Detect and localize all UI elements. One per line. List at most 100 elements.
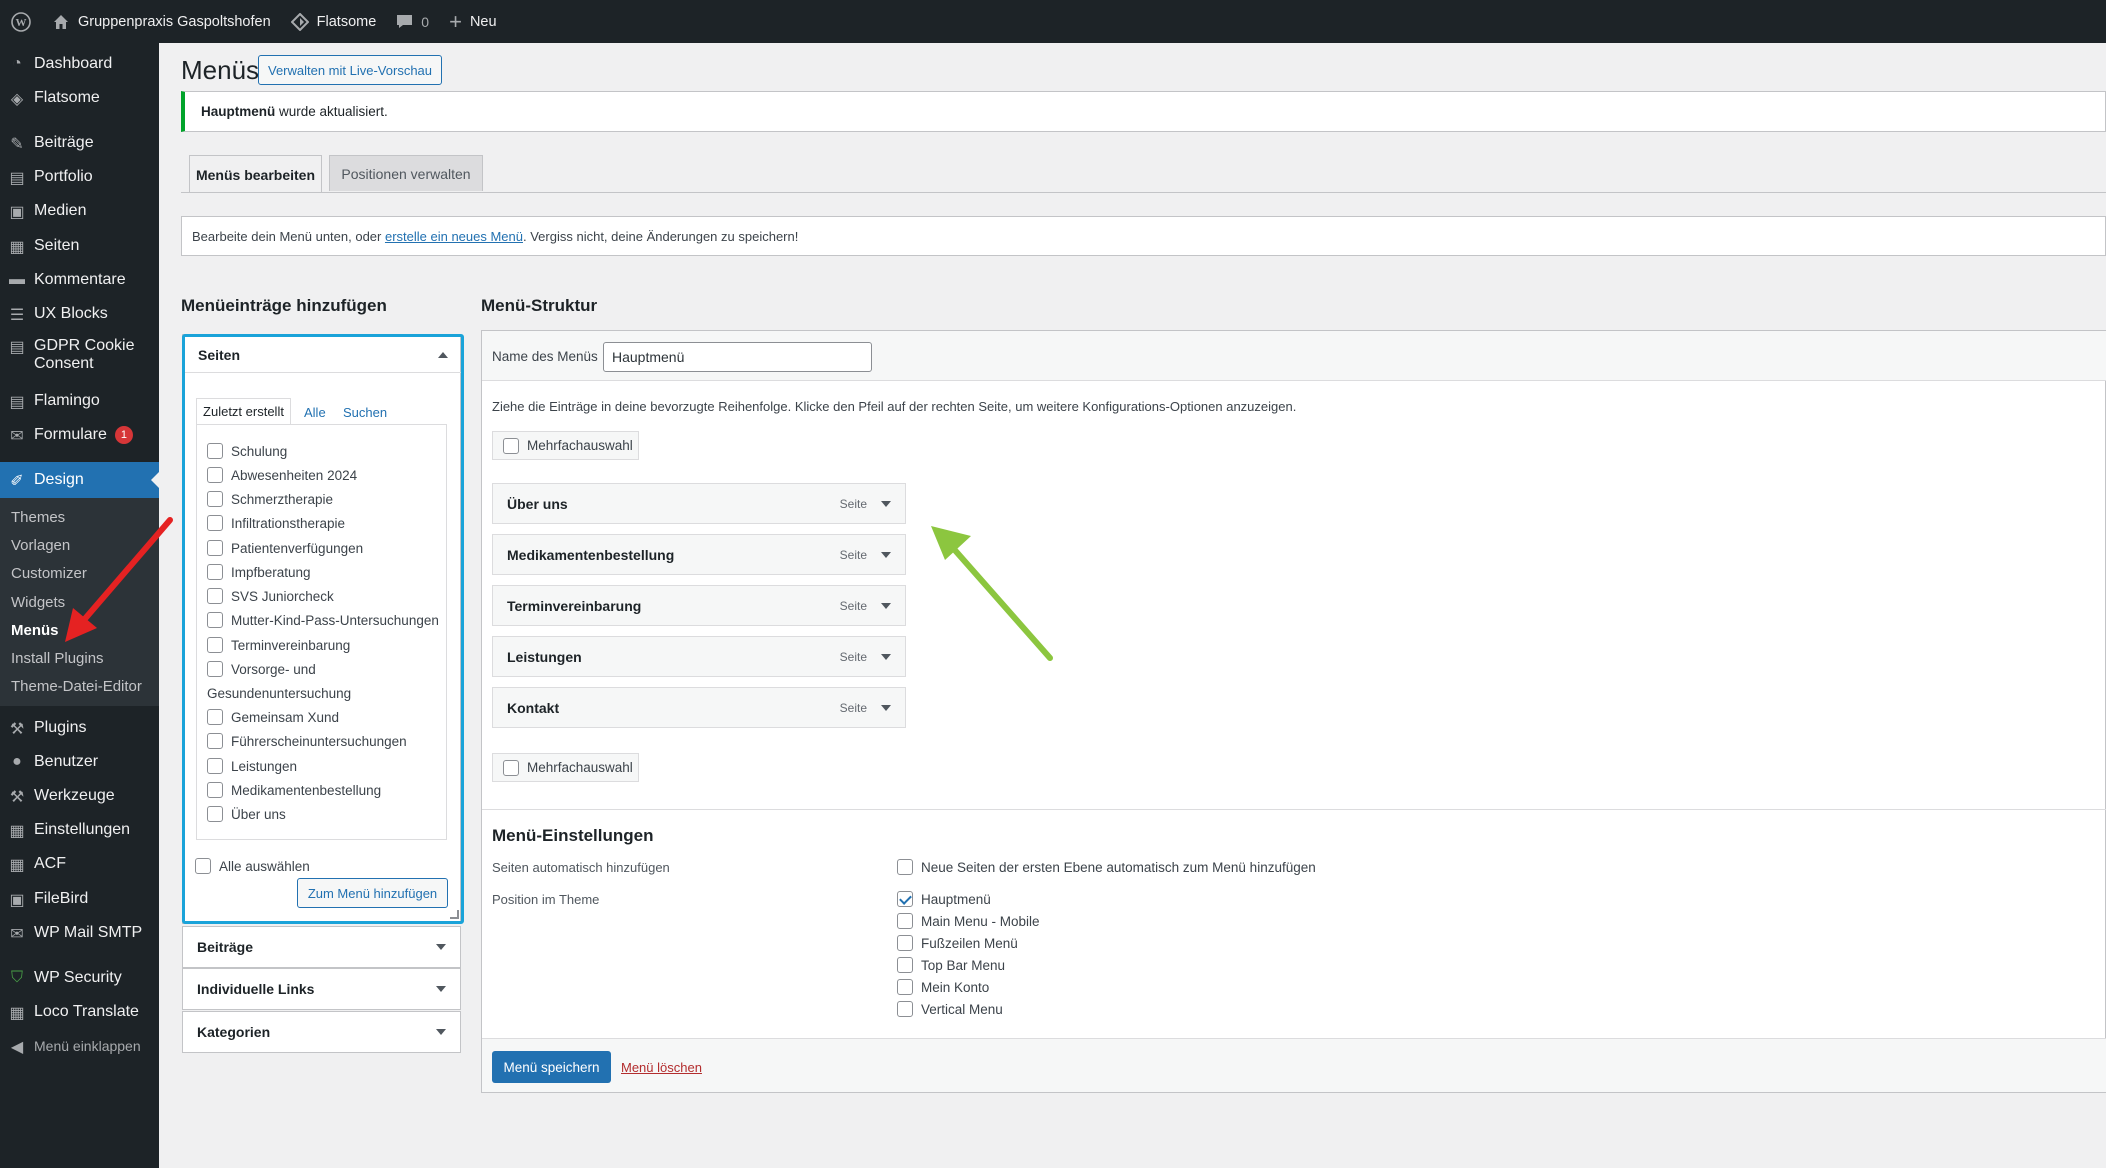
- checkbox[interactable]: [207, 443, 223, 459]
- sidebar-item-wp-mail-smtp[interactable]: ✉ WP Mail SMTP: [0, 920, 159, 945]
- menu-entry-leistungen[interactable]: Leistungen Seite: [492, 636, 906, 677]
- accordion-posts[interactable]: Beiträge: [182, 926, 461, 968]
- checkbox[interactable]: [207, 540, 223, 556]
- comments-link[interactable]: 0: [386, 0, 439, 43]
- checkbox[interactable]: [207, 661, 223, 677]
- page-item-schmerztherapie[interactable]: Schmerztherapie: [207, 491, 333, 507]
- menu-entry-kontakt[interactable]: Kontakt Seite: [492, 687, 906, 728]
- accordion-categories[interactable]: Kategorien: [182, 1011, 461, 1053]
- sidebar-item-acf[interactable]: ▦ ACF: [0, 851, 159, 876]
- subtab-all[interactable]: Alle: [304, 405, 326, 420]
- checkbox[interactable]: [897, 979, 913, 995]
- checkbox[interactable]: [897, 1001, 913, 1017]
- checkbox[interactable]: [207, 588, 223, 604]
- page-item-vorsorge[interactable]: Vorsorge- und: [207, 661, 316, 677]
- sidebar-item-comments[interactable]: ▬ Kommentare: [0, 267, 159, 292]
- tab-edit-menus[interactable]: Menüs bearbeiten: [189, 155, 322, 193]
- checkbox[interactable]: [897, 913, 913, 929]
- sidebar-item-design[interactable]: ✐ Design: [0, 462, 159, 498]
- position-my-account[interactable]: Mein Konto: [897, 979, 989, 995]
- tab-manage-locations[interactable]: Positionen verwalten: [329, 155, 483, 191]
- accordion-custom-links[interactable]: Individuelle Links: [182, 968, 461, 1010]
- wordpress-logo-button[interactable]: W: [0, 0, 42, 43]
- page-item-gemeinsam-xund[interactable]: Gemeinsam Xund: [207, 709, 339, 725]
- expand-arrow-icon[interactable]: [881, 704, 891, 711]
- checkbox[interactable]: [207, 564, 223, 580]
- position-vertical-menu[interactable]: Vertical Menu: [897, 1001, 1003, 1017]
- sidebar-item-forms[interactable]: ✉ Formulare 1: [0, 422, 159, 447]
- site-name-link[interactable]: Gruppenpraxis Gaspoltshofen: [42, 0, 281, 43]
- select-all-checkbox[interactable]: [195, 858, 211, 874]
- sidebar-item-gdpr[interactable]: ▤ GDPR Cookie Consent: [0, 337, 159, 377]
- sidebar-item-dashboard[interactable]: ◔ Dashboard: [0, 51, 159, 76]
- sidebar-item-tools[interactable]: ⚒ Werkzeuge: [0, 783, 159, 808]
- sidebar-item-users[interactable]: ● Benutzer: [0, 749, 159, 774]
- subtab-search[interactable]: Suchen: [343, 405, 387, 420]
- live-preview-button[interactable]: Verwalten mit Live-Vorschau: [258, 55, 442, 85]
- new-content-link[interactable]: + Neu: [439, 0, 506, 43]
- pages-panel-header[interactable]: Seiten: [185, 337, 461, 373]
- position-top-bar-menu[interactable]: Top Bar Menu: [897, 957, 1005, 973]
- sidebar-item-loco-translate[interactable]: ▦ Loco Translate: [0, 999, 159, 1024]
- flatsome-link[interactable]: Flatsome: [281, 0, 387, 43]
- position-footer-menu[interactable]: Fußzeilen Menü: [897, 935, 1018, 951]
- page-item-infiltrationstherapie[interactable]: Infiltrationstherapie: [207, 515, 345, 531]
- checkbox[interactable]: [207, 491, 223, 507]
- checkbox[interactable]: [207, 637, 223, 653]
- sidebar-item-media[interactable]: ▣ Medien: [0, 198, 159, 223]
- sidebar-item-ux-blocks[interactable]: ☰ UX Blocks: [0, 301, 159, 326]
- sidebar-item-settings[interactable]: ▦ Einstellungen: [0, 817, 159, 842]
- page-item-impfberatung[interactable]: Impfberatung: [207, 564, 311, 580]
- sidebar-item-flamingo[interactable]: ▤ Flamingo: [0, 388, 159, 413]
- expand-arrow-icon[interactable]: [881, 602, 891, 609]
- page-item-svs-juniorcheck[interactable]: SVS Juniorcheck: [207, 588, 334, 604]
- checkbox[interactable]: [207, 467, 223, 483]
- expand-arrow-icon[interactable]: [881, 500, 891, 507]
- page-item-medikamentenbestellung[interactable]: Medikamentenbestellung: [207, 782, 381, 798]
- page-item-ueber-uns[interactable]: Über uns: [207, 806, 286, 822]
- checkbox[interactable]: [207, 782, 223, 798]
- expand-arrow-icon[interactable]: [881, 551, 891, 558]
- checkbox[interactable]: [207, 806, 223, 822]
- page-item-abwesenheiten[interactable]: Abwesenheiten 2024: [207, 467, 357, 483]
- checkbox[interactable]: [897, 957, 913, 973]
- subtab-recent[interactable]: Zuletzt erstellt: [196, 398, 291, 425]
- multi-select-bottom[interactable]: Mehrfachauswahl: [492, 753, 639, 782]
- save-menu-button[interactable]: Menü speichern: [492, 1051, 611, 1083]
- multi-select-top[interactable]: Mehrfachauswahl: [492, 431, 639, 460]
- submenu-menus[interactable]: Menüs: [11, 622, 59, 639]
- position-main-menu-mobile[interactable]: Main Menu - Mobile: [897, 913, 1040, 929]
- checkbox[interactable]: [207, 733, 223, 749]
- checkbox[interactable]: [897, 859, 913, 875]
- sidebar-item-filebird[interactable]: ▣ FileBird: [0, 886, 159, 911]
- page-item-patientenverfuegungen[interactable]: Patientenverfügungen: [207, 540, 363, 556]
- submenu-theme-editor[interactable]: Theme-Datei-Editor: [11, 678, 142, 695]
- menu-name-input[interactable]: [603, 342, 872, 372]
- menu-entry-terminvereinbarung[interactable]: Terminvereinbarung Seite: [492, 585, 906, 626]
- expand-arrow-icon[interactable]: [881, 653, 891, 660]
- menu-entry-medikamentenbestellung[interactable]: Medikamentenbestellung Seite: [492, 534, 906, 575]
- select-all[interactable]: Alle auswählen: [195, 858, 310, 874]
- checkbox-checked[interactable]: [897, 891, 913, 907]
- menu-entry-ueber-uns[interactable]: Über uns Seite: [492, 483, 906, 524]
- sidebar-item-wp-security[interactable]: ⛉ WP Security: [0, 965, 159, 990]
- page-item-mutter-kind-pass[interactable]: Mutter-Kind-Pass-Untersuchungen: [207, 612, 439, 628]
- sidebar-item-portfolio[interactable]: ▤ Portfolio: [0, 164, 159, 189]
- page-item-leistungen[interactable]: Leistungen: [207, 758, 297, 774]
- checkbox[interactable]: [503, 759, 519, 776]
- sidebar-item-plugins[interactable]: ⚒ Plugins: [0, 715, 159, 740]
- checkbox[interactable]: [207, 709, 223, 725]
- auto-add-option[interactable]: Neue Seiten der ersten Ebene automatisch…: [897, 859, 1316, 875]
- sidebar-item-posts[interactable]: ✎ Beiträge: [0, 130, 159, 155]
- delete-menu-link[interactable]: Menü löschen: [621, 1060, 702, 1075]
- sidebar-collapse[interactable]: ◀ Menü einklappen: [0, 1033, 159, 1058]
- checkbox[interactable]: [207, 758, 223, 774]
- checkbox[interactable]: [207, 612, 223, 628]
- sidebar-item-pages[interactable]: ▦ Seiten: [0, 233, 159, 258]
- submenu-install-plugins[interactable]: Install Plugins: [11, 650, 104, 667]
- position-hauptmenue[interactable]: Hauptmenü: [897, 891, 991, 907]
- create-new-menu-link[interactable]: erstelle ein neues Menü: [385, 229, 523, 244]
- checkbox[interactable]: [207, 515, 223, 531]
- checkbox[interactable]: [897, 935, 913, 951]
- sidebar-item-flatsome[interactable]: ◈ Flatsome: [0, 85, 159, 110]
